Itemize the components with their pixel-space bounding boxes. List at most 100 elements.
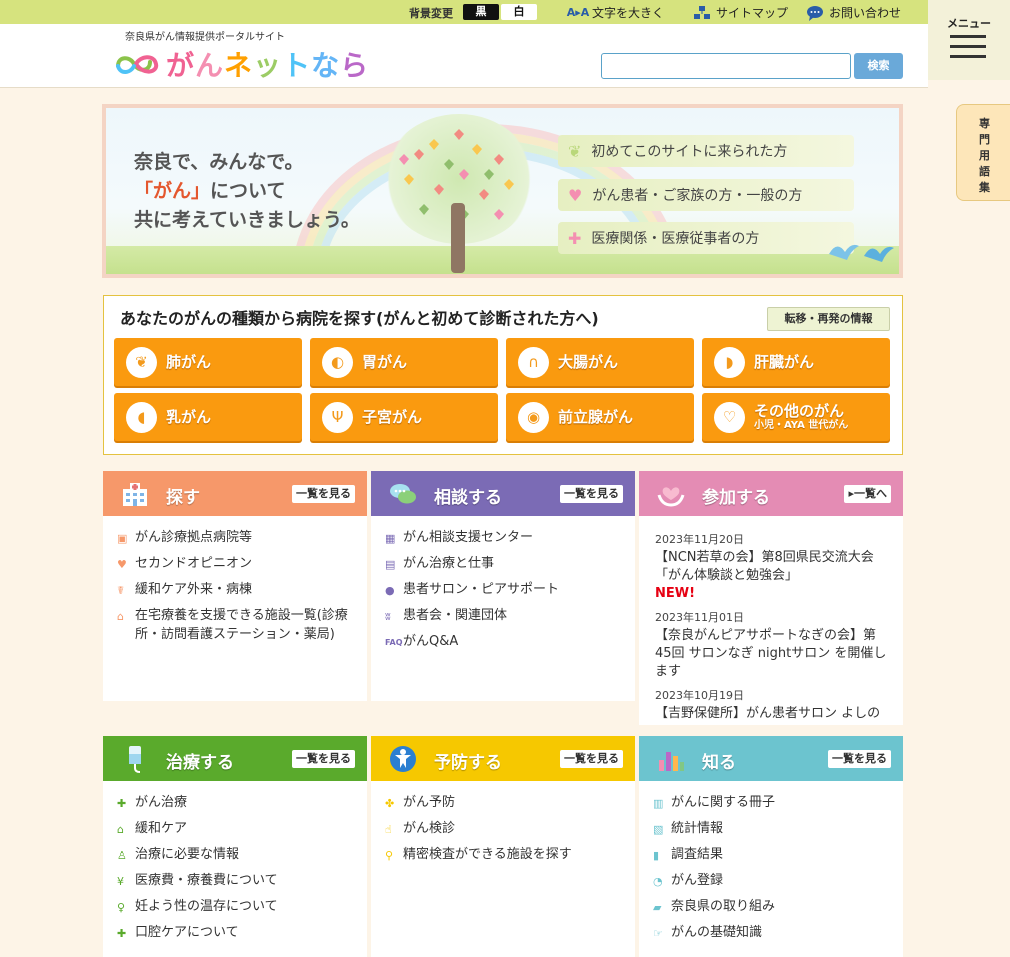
search-input[interactable] [601,53,851,79]
news-title: 【NCN若草の会】第8回県民交流大会「がん体験談と勉強会」 [655,550,874,583]
plus-icon: ✚ [117,927,127,940]
liver-cancer-button[interactable]: ◗ 肝臓がん [702,338,890,386]
logo-text-n: ん [195,49,225,82]
background-white-button[interactable]: 白 [501,4,537,20]
glossary-char: 専 [979,117,990,130]
view-all-button[interactable]: 一覧を見る [560,485,623,503]
plus-icon: ✚ [117,797,127,810]
breast-cancer-button[interactable]: ◖ 乳がん [114,393,302,441]
view-all-button[interactable]: 一覧を見る [292,485,355,503]
hero-banner: 奈良で、みんなで。 「がん」について 共に考えていきましょう。 ❦ 初めてこのサ… [102,104,903,278]
contact-link[interactable]: お問い合わせ [805,4,901,21]
liver-icon: ◗ [714,346,745,378]
list-item-label: 口腔ケアについて [135,925,239,940]
list-item-label: 奈良県の取り組み [671,899,776,914]
list-item[interactable]: ⌂ 在宅療養を支援できる施設一覧(診療所・訪問看護ステーション・薬局) [117,606,357,644]
list-item-label: セカンドオピニオン [135,556,253,571]
site-logo[interactable]: がんネットなら [114,44,369,84]
pill-label: 医療関係・医療従事者の方 [591,231,760,247]
card-know-header: 知る 一覧を見る [639,736,903,781]
list-item[interactable]: ⚲ 精密検査ができる施設を探す [385,845,625,865]
tagline-line-3: 共に考えていきましょう。 [134,209,360,231]
list-item[interactable]: ▣ がん診療拠点病院等 [117,528,357,548]
sprout-icon: ❦ [568,141,582,161]
news-item[interactable]: 2023年10月19日 【吉野保健所】がん患者サロン よしの [655,687,889,723]
list-item[interactable]: ▥ がんに関する冊子 [653,793,893,813]
folder-icon: ▰ [653,901,662,914]
view-all-button[interactable]: 一覧を見る [560,750,623,768]
view-all-button[interactable]: 一覧を見る [292,750,355,768]
other-cancer-sublabel: 小児・AYA 世代がん [754,419,849,431]
list-item[interactable]: ¥ 医療費・療養費について [117,871,357,891]
glossary-char: 用 [979,149,990,162]
list-item[interactable]: ⌂ 緩和ケア [117,819,357,839]
view-all-button[interactable]: 一覧を見る [828,750,891,768]
clipboard-icon: ▧ [653,823,664,836]
view-list-button[interactable]: ▸一覧へ [844,485,891,503]
pill-medical[interactable]: ✚ 医療関係・医療従事者の方 [558,222,854,254]
list-item[interactable]: ♙ 治療に必要な情報 [117,845,357,865]
list-item-label: 医療費・療養費について [135,873,278,888]
sitemap-link[interactable]: サイトマップ [692,4,788,21]
glossary-char: 語 [979,165,990,178]
tagline-accent: 「がん」 [134,180,211,202]
list-item-label: がんに関する冊子 [671,795,776,810]
card-title: 知る [702,753,736,773]
glossary-tab[interactable]: 専 門 用 語 集 [956,104,1010,201]
prostate-cancer-button[interactable]: ◉ 前立腺がん [506,393,694,441]
list-item[interactable]: ● 患者サロン・ピアサポート [385,580,625,600]
briefcase-icon: ▤ [385,558,396,571]
menu-button[interactable]: メニュー [928,0,1010,80]
card-title: 治療する [166,753,234,773]
list-item[interactable]: FAQ がんQ&A [385,632,625,652]
uterine-cancer-button[interactable]: Ψ 子宮がん [310,393,498,441]
list-item[interactable]: ▮ 調査結果 [653,845,893,865]
doctor-icon: ♙ [117,849,127,862]
breast-icon: ◖ [126,401,157,433]
background-black-button[interactable]: 黒 [463,4,499,20]
list-item[interactable]: ♥ セカンドオピニオン [117,554,357,574]
pill-label: 初めてこのサイトに来られた方 [591,144,788,160]
list-item-label: がんQ&A [403,634,459,649]
tagline-rest: について [210,180,286,202]
news-item[interactable]: 2023年11月01日 【奈良がんピアサポートなぎの会】第45回 サロンなぎ n… [655,609,889,681]
font-size-link[interactable]: A▸A 文字を大きく [567,4,664,21]
home-icon: ⌂ [117,610,124,623]
list-item[interactable]: ▦ がん相談支援センター [385,528,625,548]
pill-patients[interactable]: ♥ がん患者・ご家族の方・一般の方 [558,179,854,211]
list-item-label: がん予防 [403,795,456,810]
news-title: 【奈良がんピアサポートなぎの会】第45回 サロンなぎ nightサロン を開催し… [655,628,887,679]
cancer-type-label: その他のがん 小児・AYA 世代がん [754,402,849,432]
glossary-char: 門 [979,133,990,146]
list-item-label: がん治療と仕事 [403,556,495,571]
colon-cancer-button[interactable]: ∩ 大腸がん [506,338,694,386]
news-date: 2023年11月20日 [655,533,744,546]
ribbon-icon: ♡ [714,401,745,433]
search-button[interactable]: 検索 [854,53,903,79]
pie-chart-icon: ◔ [653,875,663,888]
list-item[interactable]: ʬ 患者会・関連団体 [385,606,625,626]
list-item[interactable]: ▧ 統計情報 [653,819,893,839]
recurrence-info-button[interactable]: 転移・再発の情報 [767,307,890,331]
stomach-cancer-button[interactable]: ◐ 胃がん [310,338,498,386]
document-icon: ▮ [653,849,660,862]
list-item[interactable]: ✚ がん治療 [117,793,357,813]
list-item[interactable]: ▰ 奈良県の取り組み [653,897,893,917]
bird-icon [829,244,894,262]
list-item[interactable]: ☝ がん検診 [385,819,625,839]
list-item[interactable]: ♀ 妊よう性の温存について [117,897,357,917]
list-item[interactable]: ▤ がん治療と仕事 [385,554,625,574]
list-item[interactable]: ✚ 口腔ケアについて [117,923,357,943]
list-item[interactable]: ☞ がんの基礎知識 [653,923,893,943]
pill-first-visit[interactable]: ❦ 初めてこのサイトに来られた方 [558,135,854,167]
list-item[interactable]: ☤ 緩和ケア外来・病棟 [117,580,357,600]
colon-icon: ∩ [518,346,549,378]
news-item[interactable]: 2023年11月20日 【NCN若草の会】第8回県民交流大会「がん体験談と勉強会… [655,531,889,603]
list-item[interactable]: ◔ がん登録 [653,871,893,891]
list-item[interactable]: ✤ がん予防 [385,793,625,813]
other-cancer-button[interactable]: ♡ その他のがん 小児・AYA 世代がん [702,393,890,441]
heart-icon: ♥ [117,558,127,571]
cancer-type-label: 大腸がん [558,352,619,371]
lung-cancer-button[interactable]: ❦ 肺がん [114,338,302,386]
speech-icon: ● [385,584,395,597]
